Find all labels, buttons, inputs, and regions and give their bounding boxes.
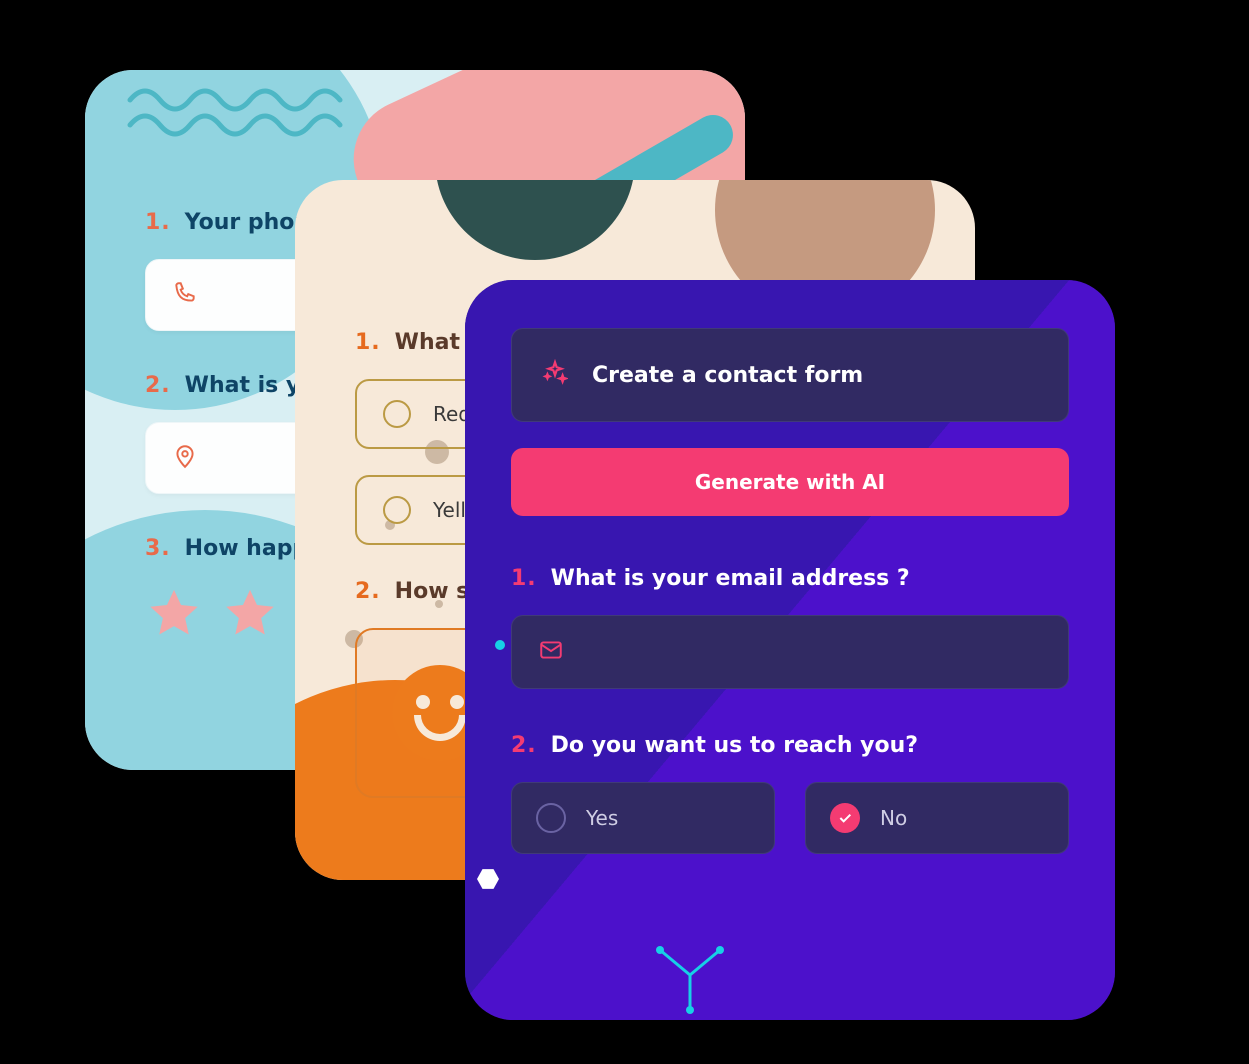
question-number: 2.: [355, 579, 381, 604]
radio-icon: [536, 803, 566, 833]
radio-icon: [383, 400, 411, 428]
option-label: Yes: [586, 806, 618, 830]
decorative-dot: [495, 640, 505, 650]
email-input[interactable]: [511, 615, 1069, 689]
option-no[interactable]: No: [805, 782, 1069, 854]
question-number: 2.: [511, 733, 537, 758]
star-icon[interactable]: [221, 585, 279, 643]
phone-icon: [172, 280, 198, 310]
question-text: What is your email address ?: [551, 566, 910, 591]
envelope-icon: [538, 637, 564, 667]
prompt-text: Create a contact form: [592, 363, 863, 388]
sparkle-icon: [542, 359, 568, 391]
decorative-wave: [125, 80, 385, 140]
decorative-branch-icon: [645, 940, 735, 1020]
location-pin-icon: [172, 443, 198, 473]
question-number: 3.: [145, 536, 171, 561]
question-number: 1.: [145, 210, 171, 235]
option-label: No: [880, 806, 907, 830]
question-number: 2.: [145, 373, 171, 398]
option-yes[interactable]: Yes: [511, 782, 775, 854]
radio-selected-icon: [830, 803, 860, 833]
form-card-front: Create a contact form Generate with AI 1…: [465, 280, 1115, 1020]
question-1-label: 1. What is your email address ?: [511, 566, 1069, 591]
question-2-label: 2. Do you want us to reach you?: [511, 733, 1069, 758]
ai-prompt-input[interactable]: Create a contact form: [511, 328, 1069, 422]
question-number: 1.: [511, 566, 537, 591]
radio-icon: [383, 496, 411, 524]
question-text: Do you want us to reach you?: [551, 733, 918, 758]
question-number: 1.: [355, 330, 381, 355]
star-icon[interactable]: [145, 585, 203, 643]
generate-button[interactable]: Generate with AI: [511, 448, 1069, 516]
